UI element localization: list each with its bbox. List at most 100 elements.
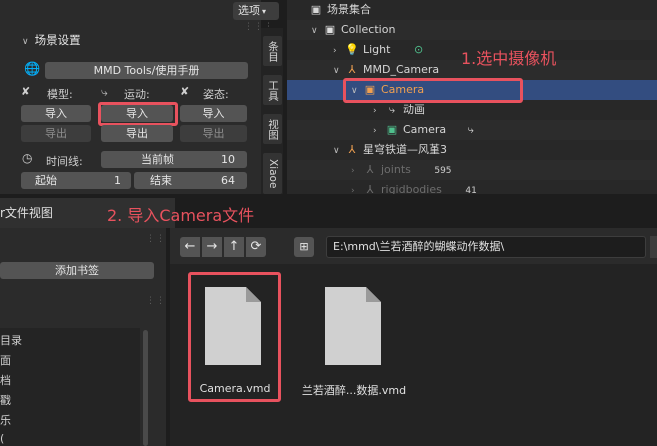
armature-icon: ⅄ <box>348 63 356 76</box>
collection-box-icon: ▣ <box>310 3 322 16</box>
chevron-down-icon: ∨ <box>333 146 340 156</box>
start-label: 起始 <box>35 174 57 187</box>
end-label: 结束 <box>150 174 172 187</box>
sidebar-vertical-tabs: 条目 工具 视图 Xiaoe <box>261 28 283 194</box>
start-value: 1 <box>114 174 121 187</box>
animation-label: 动画 <box>403 103 425 116</box>
motion-icon: ⤷ <box>101 85 108 99</box>
system-list: 目录 面 档 戳 乐 ( <box>0 328 140 446</box>
chevron-down-icon: ∨ <box>311 26 318 36</box>
motion-export-button[interactable]: 导出 <box>101 125 173 142</box>
outliner-row-camera-data[interactable]: › ▣ Camera ⤷ <box>287 120 657 140</box>
chevron-right-icon: › <box>351 166 355 176</box>
chevron-down-icon: ▾ <box>262 7 267 16</box>
star-rail-label: 星穹铁道—风堇3 <box>363 143 447 156</box>
pose-export-button[interactable]: 导出 <box>180 125 247 142</box>
file-item-motion[interactable]: 兰若酒醉...数据.vmd <box>296 274 416 402</box>
sidebar-item[interactable]: 面 <box>0 352 11 368</box>
sidebar-item[interactable]: 乐 <box>0 412 11 428</box>
file-browser-sidebar: ⋮⋮⋮ 添加书签 ⋮⋮⋮ 目录 面 档 戳 乐 ( <box>0 228 175 446</box>
chevron-down-icon: ∨ <box>22 37 29 47</box>
annotation-step1: 1.选中摄像机 <box>461 49 557 68</box>
outliner-row-joints[interactable]: › ⅄ joints 595 <box>287 160 657 180</box>
chevron-right-icon: › <box>373 106 377 116</box>
sidebar-scrollbar[interactable] <box>143 330 148 446</box>
light-bulb-icon: 💡 <box>345 43 359 56</box>
file-browser-title: r文件视图 <box>0 206 53 220</box>
tab-item[interactable]: 条目 <box>263 36 282 66</box>
category-labels: ✘ 模型: ⤷ 运动: ✘ 姿态: <box>21 85 261 101</box>
refresh-icon[interactable]: ⟳ <box>246 237 266 257</box>
joints-label: joints <box>381 163 411 176</box>
end-value: 64 <box>221 174 235 187</box>
collection-box-icon: ▣ <box>324 23 336 36</box>
new-folder-icon[interactable]: ⊞ <box>294 237 314 257</box>
outliner-row-collection[interactable]: ∨ ▣ Collection <box>287 20 657 40</box>
sidebar-item[interactable]: 档 <box>0 372 11 388</box>
outliner-panel: ▣ 场景集合 ∨ ▣ Collection › 💡 Light ⊙ ∨ ⅄ MMD_Camer… <box>287 0 657 194</box>
chevron-right-icon: › <box>373 126 377 136</box>
end-frame-field[interactable]: 结束 64 <box>134 172 247 189</box>
parent-dir-icon[interactable]: ↑ <box>224 237 244 257</box>
manual-row: 🌐 MMD Tools/使用手册 <box>24 62 248 79</box>
clock-icon: ◷ <box>22 151 33 165</box>
outliner-row-animation[interactable]: › ⤷ 动画 <box>287 100 657 120</box>
motion-icon: ⤷ <box>388 103 396 116</box>
armature-icon: ⅄ <box>366 163 374 176</box>
directory-path-field[interactable]: E:\mmd\兰若酒醉的蝴蝶动作数据\ <box>326 236 646 258</box>
sidebar-item[interactable]: ( <box>0 432 4 445</box>
back-arrow-icon[interactable]: ← <box>180 237 200 257</box>
joints-count: 595 <box>434 166 452 176</box>
model-export-button[interactable]: 导出 <box>21 125 91 142</box>
current-frame-field[interactable]: 当前帧 10 <box>101 151 247 168</box>
outliner-row-scene-collection[interactable]: ▣ 场景集合 <box>287 0 657 20</box>
tab-view[interactable]: 视图 <box>263 114 282 144</box>
figure-icon: ✘ <box>21 85 31 98</box>
section-header-scene-settings[interactable]: ∨ 场景设置 <box>22 32 81 48</box>
properties-panel: 选项 ▾ ⋮⋮⋮ ∨ 场景设置 🌐 MMD Tools/使用手册 ✘ 模型: ⤷ 运… <box>0 0 279 194</box>
mmd-camera-label: MMD_Camera <box>363 63 440 76</box>
start-frame-field[interactable]: 起始 1 <box>21 172 131 189</box>
manual-button[interactable]: MMD Tools/使用手册 <box>45 62 248 79</box>
chevron-right-icon: › <box>333 46 337 56</box>
outliner-row-star-rail[interactable]: ∨ ⅄ 星穹铁道—风堇3 <box>287 140 657 160</box>
armature-icon: ⅄ <box>348 143 356 156</box>
current-frame-value: 10 <box>221 153 235 166</box>
camera-data-label: Camera <box>403 123 447 136</box>
model-label: 模型: <box>47 88 73 101</box>
pose-icon: ✘ <box>180 85 190 98</box>
sidebar-item[interactable]: 戳 <box>0 392 11 408</box>
file-icon <box>325 287 381 365</box>
rigidbodies-label: rigidbodies <box>381 183 442 194</box>
sidebar-item[interactable]: 目录 <box>0 332 22 348</box>
pose-label: 姿态: <box>203 88 229 101</box>
motion-label: 运动: <box>124 88 150 101</box>
highlight-box-camera <box>343 78 523 103</box>
file-name: 兰若酒醉...数据.vmd <box>301 384 407 397</box>
options-label: 选项 <box>238 4 260 17</box>
pose-import-button[interactable]: 导入 <box>180 105 247 122</box>
camera-data-icon: ▣ <box>386 123 398 136</box>
timeline-label: 时间线: <box>46 155 83 168</box>
model-import-button[interactable]: 导入 <box>21 105 91 122</box>
current-frame-label: 当前帧 <box>141 153 174 166</box>
tab-tool[interactable]: 工具 <box>263 75 282 105</box>
path-field-edge <box>650 236 657 258</box>
forward-arrow-icon[interactable]: → <box>202 237 222 257</box>
highlight-box-import <box>98 102 178 126</box>
highlight-box-file <box>188 272 281 402</box>
motion-icon: ⤷ <box>467 123 474 136</box>
collection-label: Collection <box>341 23 396 36</box>
add-bookmark-button[interactable]: 添加书签 <box>0 262 154 279</box>
annotation-step2: 2. 导入Camera文件 <box>107 206 255 225</box>
options-dropdown[interactable]: 选项 ▾ <box>233 2 279 20</box>
light-label: Light <box>363 43 391 56</box>
scene-collection-label: 场景集合 <box>327 3 371 16</box>
outliner-row-rigidbodies[interactable]: › ⅄ rigidbodies 41 <box>287 180 657 194</box>
rigidbodies-count: 41 <box>465 186 477 194</box>
tab-xiaoe[interactable]: Xiaoe <box>263 153 282 194</box>
globe-icon: 🌐 <box>24 62 41 77</box>
section-title: 场景设置 <box>34 33 81 47</box>
light-data-icon: ⊙ <box>413 43 424 56</box>
armature-icon: ⅄ <box>366 183 374 194</box>
